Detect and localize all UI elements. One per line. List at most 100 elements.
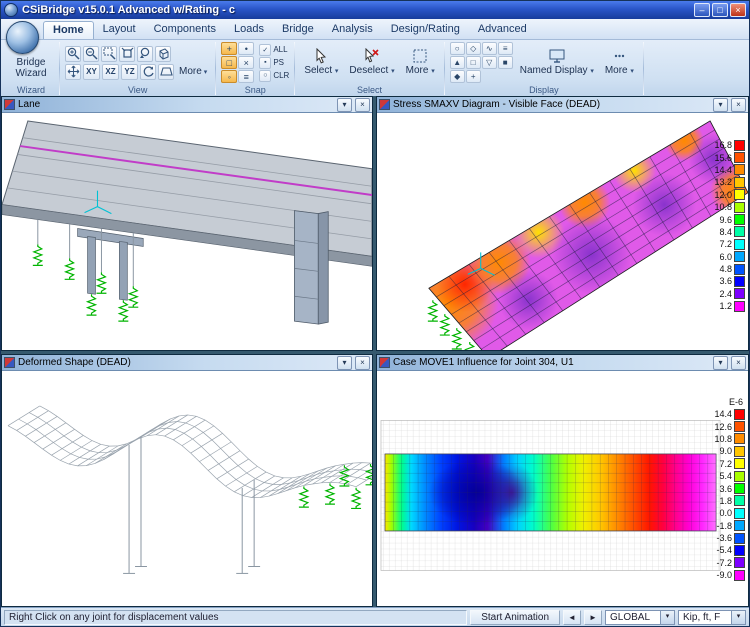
legend-value: 0.0 (719, 508, 732, 518)
panel-menu-button[interactable]: ▾ (337, 98, 352, 112)
snap-all-label[interactable]: ALL (273, 45, 287, 54)
stress-viewport[interactable]: 16.815.614.413.212.010.89.68.47.26.04.83… (377, 113, 748, 350)
snap-points-icon[interactable]: + (221, 42, 237, 55)
snap-intersections-icon[interactable]: × (238, 56, 254, 69)
legend-entry: 3.6 (719, 482, 745, 494)
select-more-button[interactable]: More ▾ (402, 42, 439, 83)
legend-color-swatch (734, 226, 745, 237)
view-more-button[interactable]: More ▾ (176, 66, 210, 77)
app-menu-globe-icon[interactable] (6, 21, 39, 54)
lane-viewport[interactable] (2, 113, 372, 350)
select-button[interactable]: Select ▾ (300, 42, 342, 83)
deselect-button[interactable]: Deselect ▾ (345, 42, 398, 83)
view-yz-button[interactable]: YZ (121, 64, 138, 80)
zoom-in-icon[interactable] (65, 46, 81, 62)
rotate-view-icon[interactable] (140, 64, 156, 80)
legend-color-swatch (734, 214, 745, 225)
close-button[interactable]: × (730, 3, 746, 17)
panel-menu-button[interactable]: ▾ (713, 98, 728, 112)
legend-entry: 16.8 (714, 139, 745, 151)
display-more-button[interactable]: More ▾ (601, 42, 638, 83)
bridge-wizard-button[interactable]: Bridge Wizard (8, 53, 54, 83)
tab-design-rating[interactable]: Design/Rating (382, 21, 469, 39)
panel-titlebar-influence[interactable]: Case MOVE1 Influence for Joint 304, U1 ▾… (377, 355, 748, 371)
panel-titlebar-stress[interactable]: Stress SMAXV Diagram - Visible Face (DEA… (377, 97, 748, 113)
snap-lines-icon[interactable]: ≡ (238, 70, 254, 83)
three-d-view-icon[interactable] (155, 46, 171, 62)
zoom-window-icon[interactable] (101, 46, 117, 62)
show-stress-icon[interactable]: ▲ (450, 56, 465, 69)
panel-menu-button[interactable]: ▾ (337, 356, 352, 370)
view-xz-button[interactable]: XZ (102, 64, 119, 80)
snap-clr-icon[interactable]: ○ (259, 70, 271, 82)
chevron-down-icon: ▾ (590, 68, 594, 75)
snap-perpendicular-icon[interactable]: ◦ (221, 70, 237, 83)
ribbon-group-display: ○ ◇ ∿ ≡ ▲ □ ▽ ■ ◆ + Named Display ▾ (445, 40, 643, 97)
previous-zoom-icon[interactable] (137, 46, 153, 62)
zoom-extents-icon[interactable] (119, 46, 135, 62)
animation-back-button[interactable]: ◄ (563, 610, 581, 625)
legend-entry: 14.4 (714, 408, 745, 420)
deformed-viewport[interactable] (2, 371, 372, 606)
maximize-button[interactable]: □ (712, 3, 728, 17)
show-grid-icon[interactable]: + (466, 70, 481, 83)
legend-entry: 13.2 (714, 176, 745, 188)
show-influence-icon[interactable]: ■ (498, 56, 513, 69)
named-display-icon (549, 48, 565, 64)
panel-close-button[interactable]: × (355, 98, 370, 112)
legend-value: 3.6 (719, 484, 732, 494)
legend-entry: 9.0 (719, 445, 745, 457)
tab-loads[interactable]: Loads (225, 21, 273, 39)
view-xy-button[interactable]: XY (83, 64, 100, 80)
show-lanes-icon[interactable]: ◆ (450, 70, 465, 83)
tab-bridge[interactable]: Bridge (273, 21, 323, 39)
show-loads-icon[interactable]: ◇ (466, 42, 481, 55)
legend-color-swatch (734, 276, 745, 287)
tab-analysis[interactable]: Analysis (323, 21, 382, 39)
stress-color-legend: 16.815.614.413.212.010.89.68.47.26.04.83… (714, 139, 745, 312)
legend-value: 10.8 (714, 434, 732, 444)
legend-entry: 2.4 (719, 288, 745, 300)
tab-components[interactable]: Components (145, 21, 225, 39)
influence-surface-plot (377, 371, 748, 606)
tab-layout[interactable]: Layout (94, 21, 145, 39)
tab-advanced[interactable]: Advanced (469, 21, 536, 39)
snap-ends-icon[interactable]: □ (221, 56, 237, 69)
minimize-button[interactable]: – (694, 3, 710, 17)
show-plot-functions-icon[interactable]: ▽ (482, 56, 497, 69)
perspective-icon[interactable] (158, 64, 174, 80)
panel-close-button[interactable]: × (731, 356, 746, 370)
snap-midpoints-icon[interactable]: • (238, 42, 254, 55)
named-display-label: Named Display (520, 65, 588, 76)
animation-forward-button[interactable]: ► (584, 610, 602, 625)
show-tables-icon[interactable]: □ (466, 56, 481, 69)
ribbon-group-view: XY XZ YZ More ▾ View (60, 40, 215, 97)
panel-titlebar-deformed[interactable]: Deformed Shape (DEAD) ▾ × (2, 355, 372, 371)
snap-all-icon[interactable]: ✓ (259, 44, 271, 56)
coordinate-system-value: GLOBAL (610, 612, 657, 623)
display-icon-grid: ○ ◇ ∿ ≡ ▲ □ ▽ ■ ◆ + (450, 42, 513, 83)
pan-icon[interactable] (65, 64, 81, 80)
legend-color-swatch (734, 288, 745, 299)
panel-close-button[interactable]: × (731, 98, 746, 112)
units-dropdown[interactable]: Kip, ft, F ▾ (678, 610, 746, 625)
show-undeformed-icon[interactable]: ○ (450, 42, 465, 55)
deselect-pointer-icon (364, 48, 380, 64)
panel-titlebar-lane[interactable]: Lane ▾ × (2, 97, 372, 113)
panel-menu-button[interactable]: ▾ (713, 356, 728, 370)
zoom-out-icon[interactable] (83, 46, 99, 62)
snap-ps-label[interactable]: PS (273, 58, 284, 67)
tab-home[interactable]: Home (43, 21, 94, 39)
panel-close-button[interactable]: × (355, 356, 370, 370)
snap-ps-icon[interactable]: ▪ (259, 57, 271, 69)
legend-value: 8.4 (719, 227, 732, 237)
coordinate-system-dropdown[interactable]: GLOBAL ▾ (605, 610, 675, 625)
panel-icon (4, 357, 15, 368)
show-deformed-icon[interactable]: ∿ (482, 42, 497, 55)
snap-clr-label[interactable]: CLR (273, 71, 289, 80)
named-display-button[interactable]: Named Display ▾ (516, 42, 598, 83)
influence-viewport[interactable]: E-614.412.610.89.07.25.43.61.80.0-1.8-3.… (377, 371, 748, 606)
start-animation-button[interactable]: Start Animation (470, 610, 560, 625)
legend-color-swatch (734, 508, 745, 519)
show-forces-icon[interactable]: ≡ (498, 42, 513, 55)
